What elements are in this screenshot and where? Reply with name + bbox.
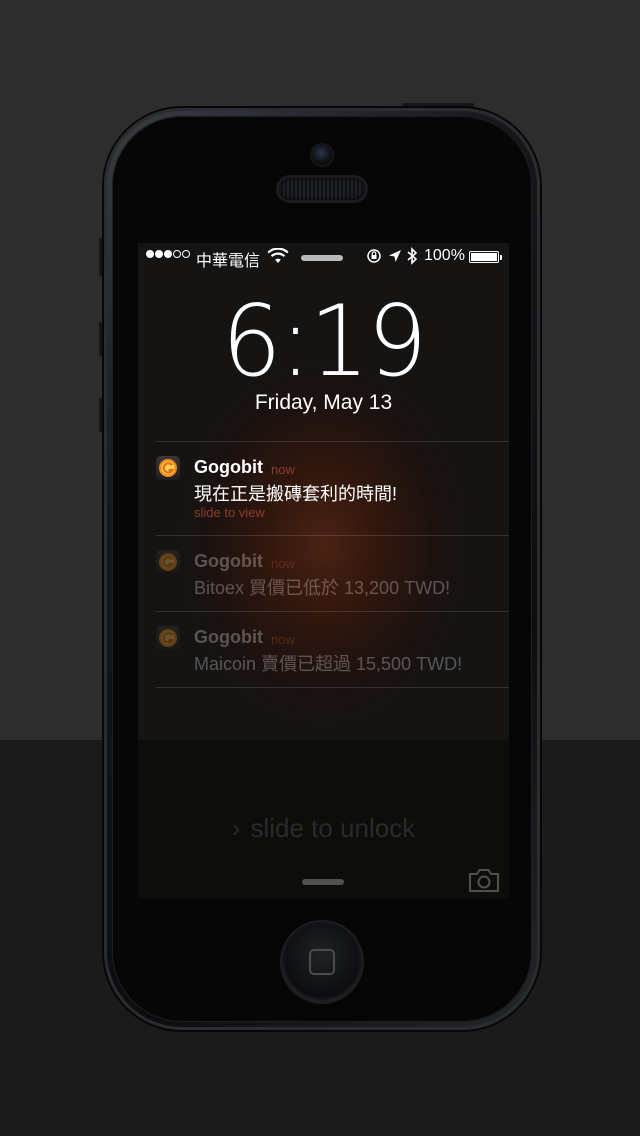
battery-percentage: 100% xyxy=(424,247,465,264)
camera-icon[interactable] xyxy=(468,867,500,898)
rotation-lock-icon xyxy=(366,248,382,269)
notification-list: Gogobit now 現在正是搬磚套利的時間! slide to view G… xyxy=(156,441,509,688)
lock-time-text: 6:19 xyxy=(221,285,428,399)
lock-screen[interactable]: 中華電信 100% 6:19 Friday, May 13 Gogobit no… xyxy=(138,243,509,898)
earpiece-speaker xyxy=(279,178,365,200)
notification-item[interactable]: Gogobit now Bitoex 買價已低於 13,200 TWD! xyxy=(156,536,509,611)
slide-to-view-hint: slide to view xyxy=(194,505,265,520)
notification-body: Bitoex 買價已低於 13,200 TWD! xyxy=(194,578,451,598)
gogobit-logo-icon xyxy=(156,456,180,480)
signal-dot-empty xyxy=(182,250,190,258)
notification-app-name: Gogobit xyxy=(194,551,263,571)
battery-icon xyxy=(469,251,499,263)
chevron-right-icon: › xyxy=(231,813,241,843)
gogobit-logo-icon xyxy=(156,626,180,650)
gogobit-logo-icon xyxy=(156,550,180,574)
notification-time: now xyxy=(271,462,295,477)
notification-item[interactable]: Gogobit now Maicoin 賣價已超過 15,500 TWD! xyxy=(156,612,509,687)
bluetooth-icon xyxy=(406,247,418,270)
home-button-square-icon xyxy=(309,949,335,975)
signal-strength xyxy=(146,250,190,258)
carrier-name: 中華電信 xyxy=(196,253,261,270)
lock-date: Friday, May 13 xyxy=(254,391,393,414)
slide-to-unlock[interactable]: › slide to unlock xyxy=(138,813,509,844)
home-button[interactable] xyxy=(282,922,362,1002)
wifi-icon xyxy=(267,247,289,269)
signal-dot-empty xyxy=(173,250,181,258)
slide-to-unlock-label: slide to unlock xyxy=(250,813,416,843)
notification-app-name: Gogobit xyxy=(194,457,263,477)
status-center-bar xyxy=(301,255,343,261)
notification-time: now xyxy=(271,556,295,571)
signal-dot-filled xyxy=(146,250,154,258)
signal-dot-filled xyxy=(164,250,172,258)
notification-body: Maicoin 賣價已超過 15,500 TWD! xyxy=(194,654,463,674)
battery-tip xyxy=(500,255,502,260)
notification-item[interactable]: Gogobit now 現在正是搬磚套利的時間! slide to view xyxy=(156,442,509,535)
front-camera xyxy=(312,145,332,165)
control-center-grabber[interactable] xyxy=(302,879,344,885)
divider xyxy=(156,687,509,688)
notification-body: 現在正是搬磚套利的時間! xyxy=(194,484,397,504)
battery-fill xyxy=(471,253,497,261)
notification-app-name: Gogobit xyxy=(194,627,263,647)
status-bar: 中華電信 100% xyxy=(138,243,509,271)
location-arrow-icon xyxy=(388,248,402,269)
notification-time: now xyxy=(271,632,295,647)
signal-dot-filled xyxy=(155,250,163,258)
lock-time: 6:19 xyxy=(145,285,501,399)
